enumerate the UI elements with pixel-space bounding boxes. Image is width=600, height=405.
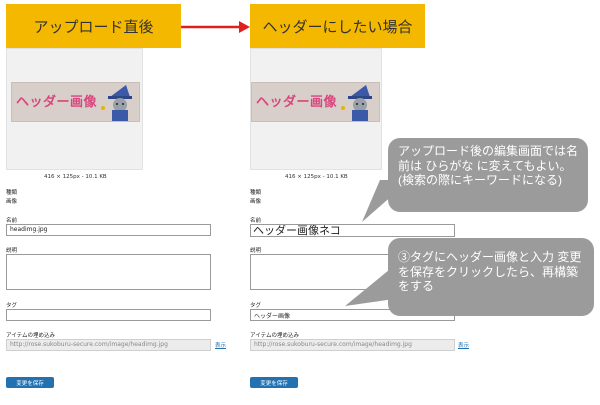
save-changes-label-right: 変更を保存 — [260, 380, 288, 387]
save-changes-button-right[interactable]: 変更を保存 — [250, 377, 298, 388]
header-image-preview: ヘッダー画像 — [11, 82, 140, 122]
embed-url-field-right: http://rose.sukoburu-secure.com/image/he… — [250, 339, 455, 351]
view-link[interactable]: 表示 — [215, 341, 226, 349]
tag-label-right: タグ — [250, 303, 262, 309]
callout-tag-tip: ③タグにヘッダー画像と入力 変更を保存をクリックしたら、再構築をする — [388, 238, 594, 316]
save-changes-button[interactable]: 変更を保存 — [6, 377, 54, 388]
witch-cat-icon — [101, 85, 132, 121]
embed-label-right: アイテムの埋め込み — [250, 333, 299, 339]
banner-header-use: ヘッダーにしたい場合 — [250, 4, 425, 48]
type-label: 種類 — [6, 190, 18, 196]
image-meta: 416 × 125px - 10.1 KB — [44, 174, 107, 180]
name-label-right: 名前 — [250, 218, 262, 224]
header-image-preview-right: ヘッダー画像 — [251, 82, 380, 122]
image-meta-right: 416 × 125px - 10.1 KB — [285, 174, 348, 180]
banner-after-upload: アップロード直後 — [6, 4, 181, 48]
type-label-right: 種類 — [250, 190, 262, 196]
name-field[interactable]: headimg.jpg — [6, 224, 211, 236]
description-label: 説明 — [6, 248, 18, 254]
tag-label: タグ — [6, 303, 18, 309]
header-image-text-right: ヘッダー画像 — [256, 95, 338, 110]
name-label: 名前 — [6, 218, 18, 224]
arrow-right-icon — [181, 21, 250, 33]
banner-header-use-label: ヘッダーにしたい場合 — [262, 18, 413, 36]
view-link-right[interactable]: 表示 — [458, 341, 469, 349]
callout-name-tip: アップロード後の編集画面では名前は ひらがな に変えてもよい。(検索の際にキーワ… — [388, 138, 588, 212]
save-changes-label: 変更を保存 — [16, 380, 44, 387]
type-value: 画像 — [6, 199, 18, 205]
description-label-right: 説明 — [250, 248, 262, 254]
embed-url-field: http://rose.sukoburu-secure.com/image/he… — [6, 339, 211, 351]
banner-after-upload-label: アップロード直後 — [33, 18, 154, 36]
witch-cat-icon-right — [341, 85, 372, 121]
description-textarea[interactable] — [6, 254, 211, 290]
tag-field[interactable] — [6, 309, 211, 321]
callout-tag-tip-text: ③タグにヘッダー画像と入力 変更を保存をクリックしたら、再構築をする — [398, 250, 582, 293]
name-field-right[interactable]: ヘッダー画像ネコ — [250, 224, 455, 237]
callout-name-tip-text: アップロード後の編集画面では名前は ひらがな に変えてもよい。(検索の際にキーワ… — [398, 144, 579, 187]
embed-label: アイテムの埋め込み — [6, 333, 55, 339]
type-value-right: 画像 — [250, 199, 262, 205]
header-image-text: ヘッダー画像 — [16, 95, 98, 110]
